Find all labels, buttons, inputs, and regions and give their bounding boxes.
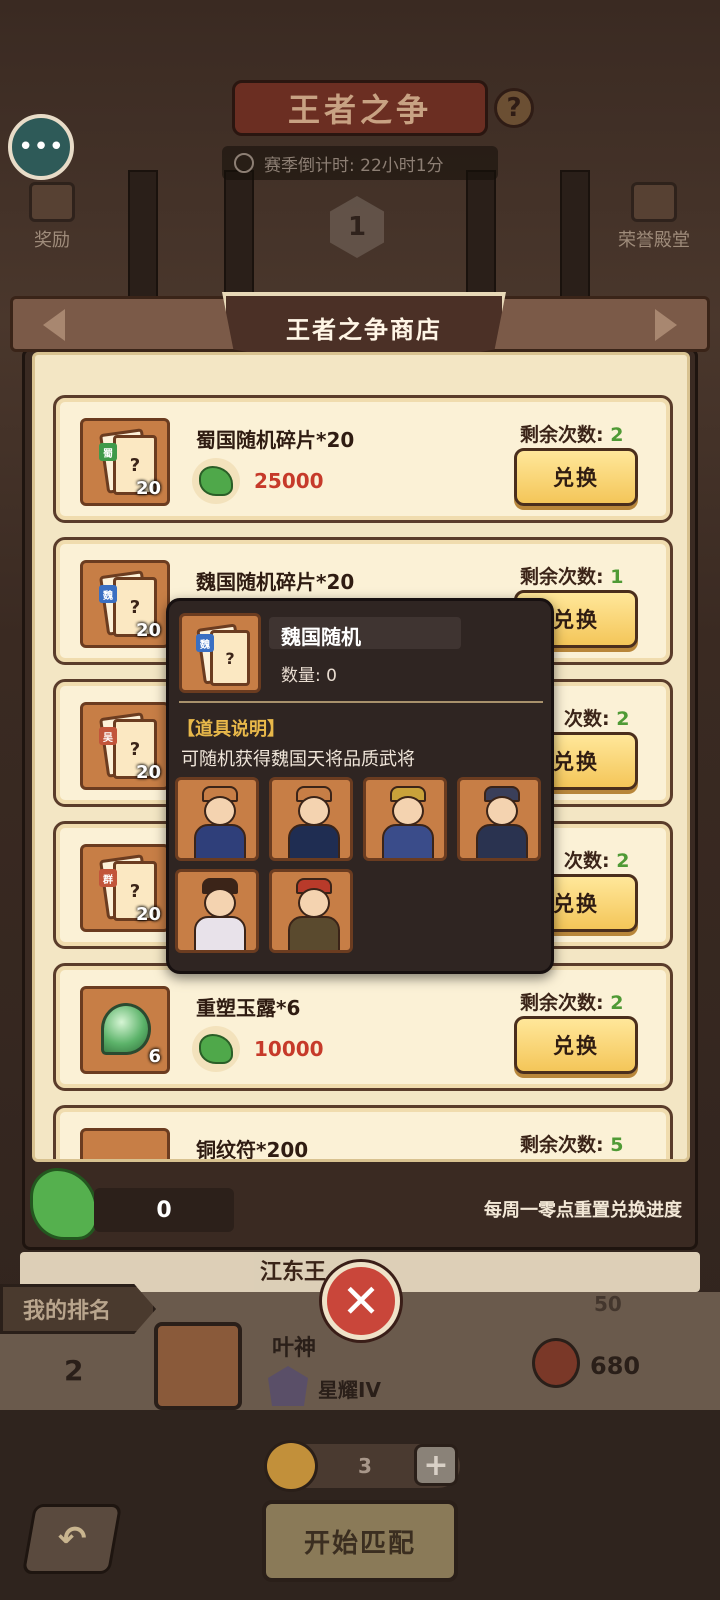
close-icon: ✕ — [341, 1274, 381, 1328]
shard-icon: ? 魏 20 — [80, 560, 170, 648]
points-icon — [532, 1338, 580, 1388]
faction-badge: 魏 — [99, 585, 117, 603]
tooltip-quantity: 数量: 0 — [281, 666, 337, 686]
jade-lion-coin-icon — [192, 1026, 240, 1072]
shop-item: 铜纹符*200 剩余次数: 5 — [53, 1105, 673, 1162]
start-match-button[interactable]: 开始匹配 — [262, 1500, 458, 1582]
item-name: 重塑玉露*6 — [196, 996, 301, 1020]
hero-portrait-icon[interactable] — [175, 777, 259, 861]
exchange-button[interactable]: 兑换 — [514, 448, 638, 506]
remaining-count: 剩余次数: 2 — [520, 424, 624, 446]
peek-points: 50 — [594, 1292, 622, 1316]
shop-item: ? 蜀 20 蜀国随机碎片*20 25000 剩余次数: 2 兑换 — [53, 395, 673, 523]
remaining-count: 次数: 2 — [564, 850, 630, 872]
arena-title: 王者之争 — [287, 91, 432, 129]
item-price: 25000 — [254, 469, 324, 493]
shard-icon: ? 魏 — [179, 613, 261, 693]
shard-icon: ? 吴 20 — [80, 702, 170, 790]
faction-badge: 吴 — [99, 727, 117, 745]
ticket-count: 3 — [358, 1454, 372, 1478]
jade-lion-coin-icon — [192, 458, 240, 504]
ticket-coin-icon — [264, 1440, 318, 1492]
add-ticket-button[interactable]: + — [414, 1444, 458, 1486]
chat-button[interactable]: ••• — [8, 114, 74, 180]
item-tooltip: ? 魏 魏国随机 数量: 0 【道具说明】 可随机获得魏国天将品质武将 — [166, 598, 554, 974]
reward-button[interactable]: 奖励 — [2, 182, 102, 252]
item-name: 铜纹符*200 — [196, 1138, 309, 1162]
exchange-button[interactable]: 兑换 — [514, 1016, 638, 1074]
avatar[interactable] — [154, 1322, 242, 1410]
help-button[interactable]: ? — [494, 88, 534, 128]
divider — [179, 701, 543, 703]
arrow-left-icon — [43, 309, 65, 341]
tooltip-desc-title: 【道具说明】 — [177, 719, 285, 740]
item-qty: 20 — [135, 904, 161, 925]
arrow-right-icon — [655, 309, 677, 341]
hero-portrait-icon[interactable] — [269, 777, 353, 861]
faction-badge: 群 — [99, 869, 117, 887]
reset-note: 每周一零点重置兑换进度 — [484, 1200, 682, 1221]
item-name: 魏国随机碎片*20 — [196, 570, 355, 594]
my-rank-number: 2 — [64, 1354, 84, 1387]
chat-bubble-icon: ••• — [17, 132, 64, 162]
hero-portrait-icon[interactable] — [269, 869, 353, 953]
peek-player-name: 江东王 — [260, 1260, 327, 1285]
item-qty: 20 — [135, 620, 161, 641]
countdown-text: 赛季倒计时: 22小时1分 — [264, 155, 444, 176]
copper-talisman-icon — [80, 1128, 170, 1159]
remaining-count: 次数: 2 — [564, 708, 630, 730]
gift-icon — [29, 182, 75, 222]
shard-icon: ? 群 20 — [80, 844, 170, 932]
item-name: 蜀国随机碎片*20 — [196, 428, 355, 452]
hero-portrait-icon[interactable] — [175, 869, 259, 953]
hall-of-honor-button[interactable]: 荣誉殿堂 — [604, 182, 704, 252]
remaining-count: 剩余次数: 1 — [520, 566, 624, 588]
my-rank-label: 我的排名 — [0, 1284, 156, 1334]
remaining-count: 剩余次数: 5 — [520, 1134, 624, 1156]
item-qty: 20 — [135, 762, 161, 783]
tooltip-desc: 可随机获得魏国天将品质武将 — [181, 749, 415, 770]
item-price: 10000 — [254, 1037, 324, 1061]
item-qty: 6 — [148, 1046, 161, 1067]
price-row: 10000 — [192, 1026, 324, 1072]
currency-balance: 0 — [94, 1188, 234, 1232]
jade-dew-icon: 6 — [80, 986, 170, 1074]
gate-pillar — [466, 170, 496, 310]
shard-icon: ? 蜀 20 — [80, 418, 170, 506]
faction-badge: 蜀 — [99, 443, 117, 461]
player-name: 叶神 — [272, 1336, 317, 1361]
palace-icon — [631, 182, 677, 222]
remaining-count: 剩余次数: 2 — [520, 992, 624, 1014]
gate-pillar — [224, 170, 254, 310]
gate-pillar — [560, 170, 590, 310]
back-arrow-icon: ↶ — [57, 1519, 87, 1559]
faction-badge: 魏 — [196, 634, 214, 652]
shop-item: 6 重塑玉露*6 10000 剩余次数: 2 兑换 — [53, 963, 673, 1091]
player-points: 680 — [590, 1352, 641, 1380]
clock-icon — [234, 153, 254, 173]
hero-portrait-icon[interactable] — [457, 777, 541, 861]
back-button[interactable]: ↶ — [21, 1504, 123, 1574]
close-button[interactable]: ✕ — [322, 1262, 400, 1340]
item-qty: 20 — [135, 478, 161, 499]
shop-title: 王者之争商店 — [286, 316, 442, 344]
arena-title-plate: 王者之争 — [232, 80, 488, 136]
reward-label: 奖励 — [34, 230, 70, 251]
player-tier: 星耀IV — [318, 1378, 381, 1402]
season-countdown: 赛季倒计时: 22小时1分 — [222, 146, 498, 180]
gate-pillar — [128, 170, 158, 310]
price-row: 25000 — [192, 458, 324, 504]
hero-portrait-icon[interactable] — [363, 777, 447, 861]
tooltip-item-name: 魏国随机 — [281, 625, 361, 649]
hall-of-honor-label: 荣誉殿堂 — [618, 230, 690, 251]
